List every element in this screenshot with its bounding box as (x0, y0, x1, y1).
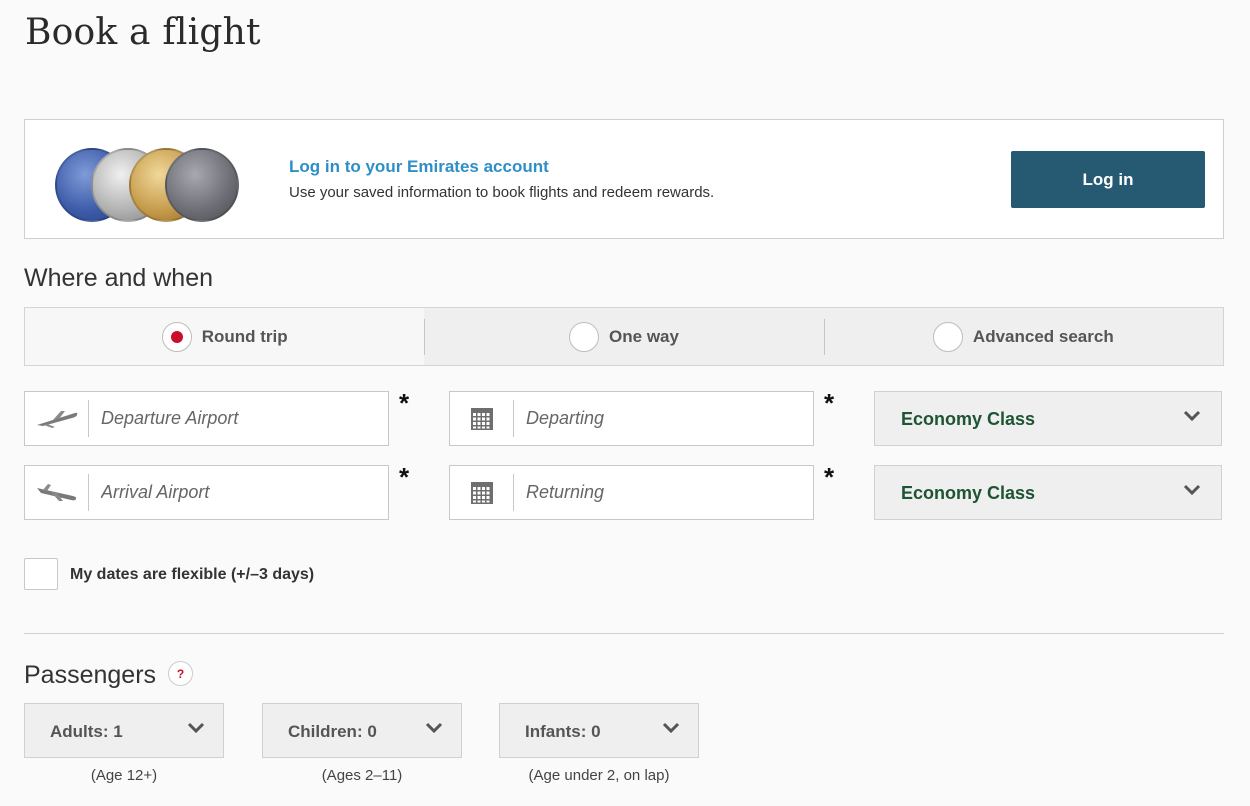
chevron-down-icon (187, 721, 205, 739)
plane-landing-icon (25, 466, 88, 519)
platinum-medal-icon (165, 148, 239, 222)
help-icon[interactable]: ? (168, 661, 193, 686)
one-way-label: One way (609, 326, 679, 346)
return-class-select[interactable]: Economy Class (874, 465, 1222, 520)
infants-age-note: (Age under 2, on lap) (528, 767, 670, 784)
return-class-value: Economy Class (901, 483, 1036, 503)
round-trip-label: Round trip (201, 326, 288, 346)
login-description: Use your saved information to book fligh… (289, 184, 715, 201)
outbound-class-value: Economy Class (901, 409, 1036, 429)
calendar-icon[interactable] (450, 392, 513, 445)
required-marker: * (824, 388, 835, 418)
one-way-radio[interactable] (569, 321, 600, 352)
children-age-note: (Ages 2–11) (321, 767, 403, 784)
required-marker: * (824, 462, 835, 492)
passengers-heading: Passengers (24, 661, 157, 689)
required-marker: * (399, 388, 410, 418)
plane-takeoff-icon (25, 392, 88, 445)
login-panel: Log in to your Emirates account Use your… (24, 119, 1224, 239)
departing-date-field (449, 391, 814, 446)
outbound-class-select[interactable]: Economy Class (874, 391, 1222, 446)
section-divider (24, 633, 1224, 634)
field-divider (513, 400, 514, 437)
field-divider (513, 474, 514, 511)
chevron-down-icon (425, 721, 443, 739)
log-in-button[interactable]: Log in (1011, 151, 1205, 208)
infants-select[interactable]: Infants: 0 (499, 703, 699, 758)
tab-advanced-search[interactable]: Advanced search (823, 308, 1223, 365)
where-and-when-heading: Where and when (24, 264, 214, 292)
trip-type-tabs: Round trip One way Advanced search (24, 307, 1224, 366)
advanced-search-radio[interactable] (932, 321, 963, 352)
flexible-dates-checkbox[interactable] (24, 558, 58, 590)
advanced-search-label: Advanced search (972, 326, 1114, 346)
calendar-icon[interactable] (450, 466, 513, 519)
departing-date-input[interactable] (526, 392, 806, 445)
adults-select[interactable]: Adults: 1 (24, 703, 224, 758)
departure-airport-input[interactable] (101, 392, 381, 445)
field-divider (88, 400, 89, 437)
adults-age-note: (Age 12+) (90, 767, 158, 784)
page-title: Book a flight (25, 12, 261, 53)
adults-value: Adults: 1 (50, 722, 123, 741)
tab-one-way[interactable]: One way (424, 308, 823, 365)
chevron-down-icon (1183, 483, 1201, 501)
chevron-down-icon (1183, 409, 1201, 427)
children-value: Children: 0 (288, 722, 377, 741)
tab-round-trip[interactable]: Round trip (25, 308, 425, 365)
round-trip-radio[interactable] (161, 321, 192, 352)
field-divider (88, 474, 89, 511)
returning-date-input[interactable] (526, 466, 806, 519)
infants-value: Infants: 0 (525, 722, 601, 741)
chevron-down-icon (662, 721, 680, 739)
arrival-airport-field (24, 465, 389, 520)
children-select[interactable]: Children: 0 (262, 703, 462, 758)
login-title: Log in to your Emirates account (289, 157, 549, 176)
flexible-dates-label[interactable]: My dates are flexible (+/–3 days) (70, 566, 314, 584)
arrival-airport-input[interactable] (101, 466, 381, 519)
tier-medals-image (55, 148, 245, 224)
returning-date-field (449, 465, 814, 520)
departure-airport-field (24, 391, 389, 446)
required-marker: * (399, 462, 410, 492)
